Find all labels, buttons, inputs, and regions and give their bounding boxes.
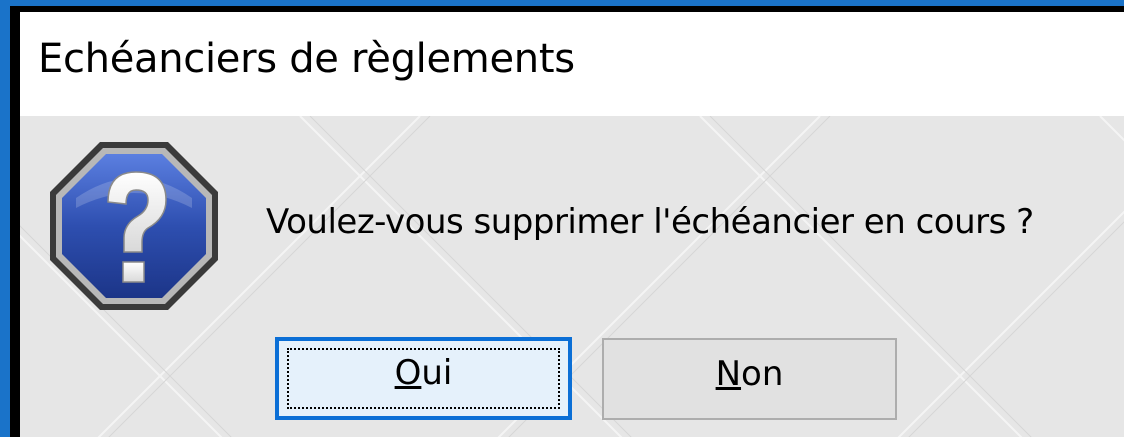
no-accelerator: N [715, 354, 742, 394]
message-dialog: Echéanciers de règlements Voulez-vous su… [0, 0, 1124, 437]
dialog-content: Voulez-vous supprimer l'échéancier en co… [20, 116, 1124, 437]
yes-accelerator: O [394, 353, 422, 393]
yes-button-label: Oui [395, 353, 453, 393]
yes-button[interactable]: Oui [275, 337, 572, 420]
no-label-rest: on [741, 354, 784, 394]
no-button-label: Non [716, 354, 784, 394]
no-button[interactable]: Non [602, 338, 897, 420]
dialog-message: Voulez-vous supprimer l'échéancier en co… [266, 202, 1034, 242]
question-icon [46, 138, 222, 314]
yes-label-rest: ui [421, 353, 453, 393]
window-title: Echéanciers de règlements [38, 36, 575, 82]
title-bar[interactable]: Echéanciers de règlements [20, 12, 1124, 116]
